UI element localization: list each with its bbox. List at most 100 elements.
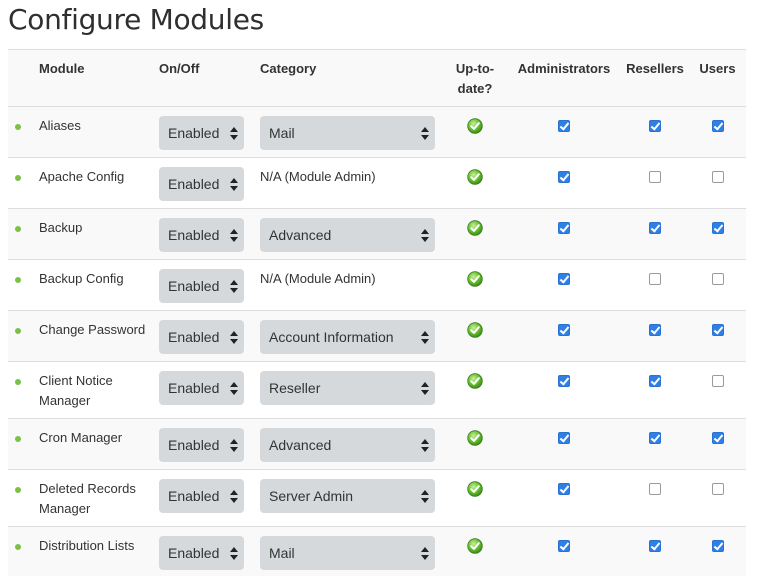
resellers-checkbox[interactable] bbox=[649, 483, 661, 495]
onoff-select[interactable]: Enabled bbox=[159, 371, 244, 405]
module-name: Change Password bbox=[39, 322, 146, 337]
resellers-checkbox[interactable] bbox=[649, 375, 661, 387]
check-circle-icon bbox=[467, 538, 483, 554]
onoff-select[interactable]: Enabled bbox=[159, 536, 244, 570]
onoff-select-value: Enabled bbox=[168, 176, 220, 192]
users-checkbox[interactable] bbox=[711, 171, 724, 183]
status-dot-icon bbox=[15, 277, 21, 283]
users-cell bbox=[689, 362, 746, 419]
users-checkbox[interactable] bbox=[711, 432, 724, 444]
onoff-column-header: On/Off bbox=[159, 49, 260, 107]
users-cell bbox=[689, 527, 746, 576]
category-cell: Mail bbox=[260, 107, 443, 158]
resellers-checkbox[interactable] bbox=[649, 324, 661, 336]
select-arrows-icon bbox=[230, 127, 238, 140]
users-cell bbox=[689, 470, 746, 527]
onoff-select[interactable]: Enabled bbox=[159, 479, 244, 513]
select-arrows-icon bbox=[421, 490, 429, 503]
uptodate-cell bbox=[443, 527, 507, 576]
table-row: Client Notice Manager Enabled Reseller bbox=[8, 361, 746, 419]
resellers-checkbox[interactable] bbox=[649, 222, 661, 234]
category-select[interactable]: Account Information bbox=[260, 320, 435, 354]
onoff-cell: Enabled bbox=[159, 362, 260, 419]
onoff-select-value: Enabled bbox=[168, 437, 220, 453]
users-checkbox[interactable] bbox=[711, 120, 724, 132]
users-checkbox[interactable] bbox=[711, 222, 724, 234]
select-arrows-icon bbox=[230, 331, 238, 344]
uptodate-cell bbox=[443, 362, 507, 419]
category-cell: N/A (Module Admin) bbox=[260, 158, 443, 209]
users-checkbox[interactable] bbox=[711, 324, 724, 336]
resellers-checkbox[interactable] bbox=[649, 120, 661, 132]
table-row: Deleted Records Manager Enabled Server Adm… bbox=[8, 469, 746, 527]
administrators-checkbox[interactable] bbox=[558, 324, 570, 336]
module-name: Backup bbox=[39, 220, 83, 235]
category-select[interactable]: Server Admin bbox=[260, 479, 435, 513]
onoff-select[interactable]: Enabled bbox=[159, 269, 244, 303]
category-select-value: Mail bbox=[269, 545, 295, 561]
administrators-checkbox[interactable] bbox=[558, 171, 570, 183]
category-select[interactable]: Reseller bbox=[260, 371, 435, 405]
status-dot-icon bbox=[15, 226, 21, 232]
administrators-checkbox[interactable] bbox=[558, 540, 570, 552]
status-cell bbox=[8, 527, 31, 576]
onoff-select[interactable]: Enabled bbox=[159, 218, 244, 252]
onoff-select[interactable]: Enabled bbox=[159, 116, 244, 150]
module-name: Backup Config bbox=[39, 271, 124, 286]
users-checkbox[interactable] bbox=[711, 273, 724, 285]
category-select[interactable]: Mail bbox=[260, 536, 435, 570]
status-cell bbox=[8, 419, 31, 470]
resellers-checkbox[interactable] bbox=[649, 540, 661, 552]
check-circle-icon bbox=[467, 220, 483, 236]
select-arrows-icon bbox=[230, 490, 238, 503]
category-select[interactable]: Advanced bbox=[260, 428, 435, 462]
status-cell bbox=[8, 209, 31, 260]
configure-modules-page: Configure Modules Module On/Off Category… bbox=[0, 0, 758, 576]
status-cell bbox=[8, 260, 31, 311]
onoff-select-value: Enabled bbox=[168, 125, 220, 141]
administrators-cell bbox=[507, 107, 621, 158]
uptodate-cell bbox=[443, 107, 507, 158]
status-cell bbox=[8, 470, 31, 527]
onoff-select[interactable]: Enabled bbox=[159, 167, 244, 201]
category-select[interactable]: Advanced bbox=[260, 218, 435, 252]
users-cell bbox=[689, 158, 746, 209]
onoff-select[interactable]: Enabled bbox=[159, 320, 244, 354]
resellers-checkbox[interactable] bbox=[649, 432, 661, 444]
resellers-cell bbox=[621, 260, 689, 311]
onoff-select-value: Enabled bbox=[168, 380, 220, 396]
select-arrows-icon bbox=[230, 382, 238, 395]
administrators-checkbox[interactable] bbox=[558, 483, 570, 495]
status-dot-icon bbox=[15, 175, 21, 181]
category-select-value: Advanced bbox=[269, 437, 332, 453]
administrators-checkbox[interactable] bbox=[558, 222, 570, 234]
check-circle-icon bbox=[467, 118, 483, 134]
users-column-header: Users bbox=[689, 49, 746, 107]
resellers-cell bbox=[621, 362, 689, 419]
category-cell: Mail bbox=[260, 527, 443, 576]
status-dot-icon bbox=[15, 487, 21, 493]
category-select[interactable]: Mail bbox=[260, 116, 435, 150]
select-arrows-icon bbox=[230, 178, 238, 191]
table-header-row: Module On/Off Category Up-to-date? Admin… bbox=[8, 49, 746, 107]
administrators-checkbox[interactable] bbox=[558, 375, 570, 387]
select-arrows-icon bbox=[230, 439, 238, 452]
uptodate-cell bbox=[443, 260, 507, 311]
category-cell: Server Admin bbox=[260, 470, 443, 527]
resellers-checkbox[interactable] bbox=[649, 171, 661, 183]
status-column-header bbox=[8, 49, 31, 107]
module-name: Aliases bbox=[39, 118, 81, 133]
onoff-select[interactable]: Enabled bbox=[159, 428, 244, 462]
module-name: Deleted Records Manager bbox=[39, 481, 136, 516]
resellers-cell bbox=[621, 419, 689, 470]
administrators-checkbox[interactable] bbox=[558, 432, 570, 444]
users-checkbox[interactable] bbox=[711, 540, 724, 552]
status-dot-icon bbox=[15, 328, 21, 334]
table-row: Change Password Enabled Account Informatio… bbox=[8, 310, 746, 362]
users-checkbox[interactable] bbox=[711, 483, 724, 495]
onoff-cell: Enabled bbox=[159, 419, 260, 470]
users-checkbox[interactable] bbox=[711, 375, 724, 387]
administrators-checkbox[interactable] bbox=[558, 273, 570, 285]
administrators-checkbox[interactable] bbox=[558, 120, 570, 132]
resellers-checkbox[interactable] bbox=[649, 273, 661, 285]
